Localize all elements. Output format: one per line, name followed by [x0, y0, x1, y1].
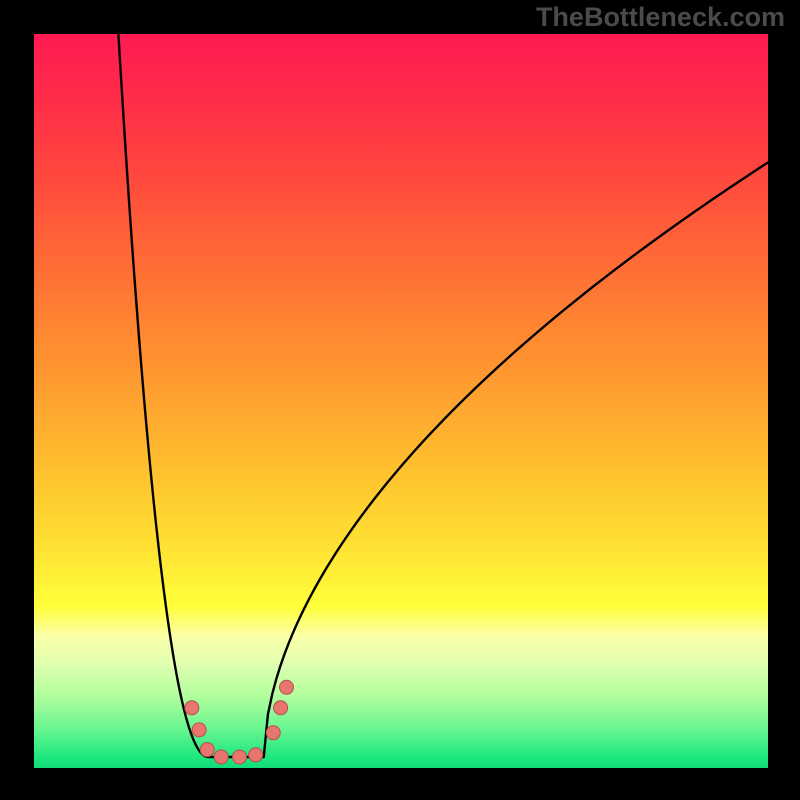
highlight-marker [249, 748, 263, 762]
chart-svg [34, 34, 768, 768]
highlight-marker [280, 680, 294, 694]
highlight-marker [185, 701, 199, 715]
highlight-marker [233, 750, 247, 764]
outer-frame: TheBottleneck.com [0, 0, 800, 800]
highlight-marker [266, 726, 280, 740]
plot-area [34, 34, 768, 768]
watermark-text: TheBottleneck.com [536, 2, 785, 33]
highlight-marker [274, 701, 288, 715]
highlight-marker [200, 743, 214, 757]
highlight-marker [192, 723, 206, 737]
highlight-marker [214, 750, 228, 764]
